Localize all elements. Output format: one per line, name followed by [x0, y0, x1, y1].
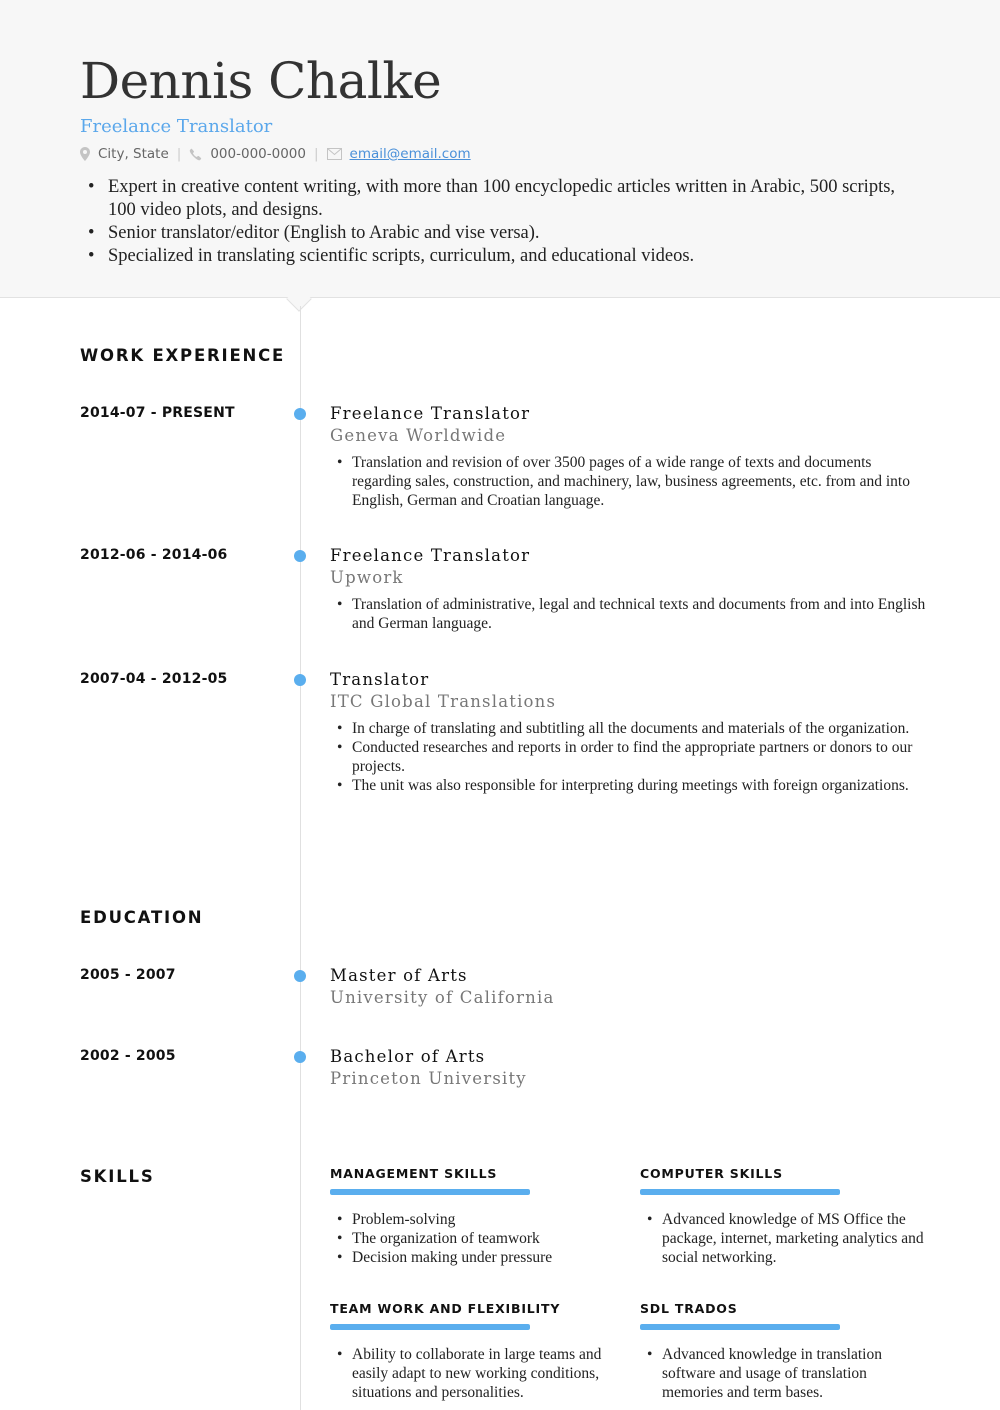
- skill-block: TEAM WORK AND FLEXIBILITY Ability to col…: [330, 1301, 620, 1402]
- degree: Master of Arts: [330, 966, 468, 985]
- summary-list: Expert in creative content writing, with…: [80, 176, 920, 268]
- work-date: 2014-07 - PRESENT: [80, 405, 235, 421]
- education-date: 2005 - 2007: [80, 967, 176, 983]
- job-role: Translator: [330, 670, 430, 689]
- work-date: 2007-04 - 2012-05: [80, 671, 228, 687]
- skill-block: SDL TRADOS Advanced knowledge in transla…: [640, 1301, 930, 1402]
- job-bullet: The unit was also responsible for interp…: [330, 776, 930, 795]
- skills-heading: SKILLS: [80, 1167, 155, 1186]
- skill-level-fill: [640, 1189, 840, 1195]
- timeline-dot: [294, 970, 306, 982]
- job-bullets: Translation of administrative, legal and…: [330, 595, 930, 633]
- job-company: Geneva Worldwide: [330, 426, 507, 445]
- skill-level-bar: [640, 1189, 840, 1195]
- job-company: ITC Global Translations: [330, 692, 557, 711]
- work-entry: Freelance Translator Upwork Translation …: [330, 545, 930, 633]
- summary-item: Senior translator/editor (English to Ara…: [80, 222, 920, 245]
- skill-bullets: Problem-solving The organization of team…: [330, 1210, 620, 1267]
- job-bullets: Translation and revision of over 3500 pa…: [330, 453, 930, 510]
- job-bullet: Conducted researches and reports in orde…: [330, 738, 930, 776]
- education-entry: Master of Arts University of California: [330, 965, 930, 1009]
- job-company: Upwork: [330, 568, 404, 587]
- phone-text: 000-000-0000: [210, 146, 306, 162]
- school: University of California: [330, 988, 555, 1007]
- skill-name: COMPUTER SKILLS: [640, 1166, 783, 1181]
- summary-item: Specialized in translating scientific sc…: [80, 245, 920, 268]
- timeline-dot: [294, 550, 306, 562]
- skill-bullet: Advanced knowledge in translation softwa…: [640, 1345, 930, 1402]
- skill-bullet: The organization of teamwork: [330, 1229, 620, 1248]
- degree: Bachelor of Arts: [330, 1047, 486, 1066]
- timeline-line: [300, 306, 301, 1410]
- skill-block: COMPUTER SKILLS Advanced knowledge of MS…: [640, 1166, 930, 1267]
- email-link[interactable]: email@email.com: [350, 146, 471, 162]
- resume-header: Dennis Chalke Freelance Translator City,…: [0, 0, 1000, 298]
- education-date: 2002 - 2005: [80, 1048, 176, 1064]
- candidate-title: Freelance Translator: [80, 116, 273, 137]
- skill-level-fill: [330, 1324, 530, 1330]
- skill-level-bar: [640, 1324, 840, 1330]
- phone-icon: [189, 148, 202, 161]
- skill-name: SDL TRADOS: [640, 1301, 738, 1316]
- skill-name: TEAM WORK AND FLEXIBILITY: [330, 1301, 561, 1316]
- job-bullet: Translation of administrative, legal and…: [330, 595, 930, 633]
- skill-bullet: Problem-solving: [330, 1210, 620, 1229]
- skill-bullets: Advanced knowledge in translation softwa…: [640, 1345, 930, 1402]
- skill-level-fill: [640, 1324, 840, 1330]
- skill-name: MANAGEMENT SKILLS: [330, 1166, 498, 1181]
- job-role: Freelance Translator: [330, 546, 531, 565]
- work-date: 2012-06 - 2014-06: [80, 547, 228, 563]
- skill-bullet: Decision making under pressure: [330, 1248, 620, 1267]
- work-entry: Freelance Translator Geneva Worldwide Tr…: [330, 403, 930, 510]
- envelope-icon: [326, 148, 342, 160]
- school: Princeton University: [330, 1069, 527, 1088]
- skill-bullets: Advanced knowledge of MS Office the pack…: [640, 1210, 930, 1267]
- candidate-name: Dennis Chalke: [80, 52, 442, 110]
- skill-bullet: Ability to collaborate in large teams an…: [330, 1345, 620, 1402]
- job-bullet: In charge of translating and subtitling …: [330, 719, 930, 738]
- job-bullets: In charge of translating and subtitling …: [330, 719, 930, 795]
- location-text: City, State: [98, 146, 169, 162]
- skill-level-bar: [330, 1189, 530, 1195]
- skill-level-bar: [330, 1324, 530, 1330]
- skill-bullets: Ability to collaborate in large teams an…: [330, 1345, 620, 1402]
- education-heading: EDUCATION: [80, 908, 204, 927]
- contact-separator: |: [176, 146, 182, 162]
- education-entry: Bachelor of Arts Princeton University: [330, 1046, 930, 1090]
- timeline-dot: [294, 408, 306, 420]
- summary-item: Expert in creative content writing, with…: [80, 176, 920, 222]
- timeline-dot: [294, 1051, 306, 1063]
- map-pin-icon: [80, 147, 90, 161]
- skill-bullet: Advanced knowledge of MS Office the pack…: [640, 1210, 930, 1267]
- work-experience-heading: WORK EXPERIENCE: [80, 346, 286, 365]
- skill-block: MANAGEMENT SKILLS Problem-solving The or…: [330, 1166, 620, 1267]
- contact-line: City, State | 000-000-0000 | email@email…: [80, 146, 471, 162]
- contact-separator: |: [313, 146, 319, 162]
- job-bullet: Translation and revision of over 3500 pa…: [330, 453, 930, 510]
- work-entry: Translator ITC Global Translations In ch…: [330, 669, 930, 795]
- timeline-dot: [294, 674, 306, 686]
- skill-level-fill: [330, 1189, 530, 1195]
- job-role: Freelance Translator: [330, 404, 531, 423]
